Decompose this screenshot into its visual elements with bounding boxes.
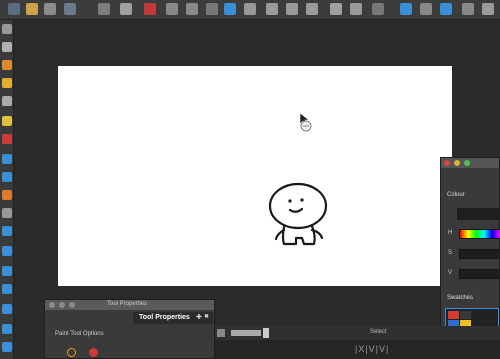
envelope-icon[interactable] <box>2 284 12 294</box>
text-icon[interactable] <box>2 96 12 106</box>
redo-icon[interactable] <box>186 3 198 15</box>
close-window-icon[interactable] <box>49 302 55 308</box>
pin-icon[interactable]: ✚ <box>196 313 202 321</box>
value-slider[interactable] <box>459 269 500 279</box>
cutter-icon[interactable] <box>2 226 12 236</box>
tab-label: Tool Properties <box>139 314 190 321</box>
morph-icon[interactable] <box>2 342 12 352</box>
status-bar: Select <box>215 326 500 340</box>
flip-icon[interactable] <box>420 3 432 15</box>
paste-icon[interactable] <box>120 3 132 15</box>
window-title: Tool Properties <box>107 301 148 307</box>
paint-tool-options-label: Paint Tool Options <box>55 331 104 337</box>
color-option-icon[interactable] <box>89 348 98 357</box>
new-file-icon[interactable] <box>8 3 20 15</box>
tool-properties-panel: Tool Properties Tool Properties ✚ ✖ Pain… <box>44 299 215 359</box>
copy-icon[interactable] <box>98 3 110 15</box>
hue-slider[interactable] <box>459 229 500 239</box>
character-doodle <box>268 182 328 246</box>
saturation-slider[interactable] <box>459 249 500 259</box>
line-icon[interactable] <box>2 190 12 200</box>
pencil-icon[interactable] <box>2 78 12 88</box>
select-tool-icon[interactable] <box>224 3 236 15</box>
crop-icon[interactable] <box>206 3 218 15</box>
close-window-icon[interactable] <box>444 160 450 166</box>
onion-skin-icon[interactable] <box>266 3 278 15</box>
maximize-window-icon[interactable] <box>464 160 470 166</box>
open-folder-icon[interactable] <box>26 3 38 15</box>
zoom-icon[interactable] <box>372 3 384 15</box>
light-table-icon[interactable] <box>330 3 342 15</box>
brush-option-icon[interactable] <box>67 348 76 357</box>
saturation-label: S <box>448 250 453 256</box>
timeline-tools[interactable]: |X|V|V| <box>355 344 389 354</box>
reset-view-icon[interactable] <box>462 3 474 15</box>
value-label: V <box>448 270 453 276</box>
tool-properties-titlebar[interactable]: Tool Properties <box>45 300 214 310</box>
rotate-icon[interactable] <box>440 3 452 15</box>
transform-tool-icon[interactable] <box>2 304 12 314</box>
bottom-strip: |X|V|V| <box>215 340 500 359</box>
hue-label: H <box>448 230 453 236</box>
swatches-section-label: Swatches <box>447 295 474 301</box>
close-tab-icon[interactable]: ✖ <box>204 313 209 320</box>
more-tools-icon[interactable] <box>482 3 494 15</box>
tool-properties-tab[interactable]: Tool Properties ✚ ✖ <box>133 312 213 324</box>
frame-icon[interactable] <box>217 329 225 337</box>
minimize-window-icon[interactable] <box>454 160 460 166</box>
perspective-icon[interactable] <box>2 266 12 276</box>
brush-icon[interactable] <box>2 60 12 70</box>
paint-bucket-icon[interactable] <box>2 134 12 144</box>
colour-section-label: Colour <box>447 192 465 198</box>
zoom-slider[interactable] <box>231 330 261 336</box>
canvas-drawing <box>268 112 328 246</box>
ellipse-icon[interactable] <box>2 172 12 182</box>
swatch-dark[interactable] <box>460 311 471 319</box>
grid-icon[interactable] <box>244 3 256 15</box>
transform-icon[interactable] <box>400 3 412 15</box>
contour-editor-icon[interactable] <box>2 42 12 52</box>
maximize-window-icon[interactable] <box>69 302 75 308</box>
select-arrow-icon[interactable] <box>2 24 12 34</box>
colour-preview <box>457 208 499 220</box>
select-label: Select <box>370 329 387 335</box>
delete-icon[interactable] <box>144 3 156 15</box>
colour-panel-titlebar[interactable] <box>441 158 499 168</box>
swatch-red[interactable] <box>448 311 459 319</box>
undo-icon[interactable] <box>166 3 178 15</box>
top-toolbar <box>0 0 500 20</box>
spline-icon[interactable] <box>2 324 12 334</box>
zoom-handle[interactable] <box>263 328 269 338</box>
rulers-icon[interactable] <box>306 3 318 15</box>
save-as-icon[interactable] <box>64 3 76 15</box>
colour-panel: Colour H S V Swatches <box>440 157 500 340</box>
stroke-icon[interactable] <box>2 246 12 256</box>
dropper-icon[interactable] <box>2 208 12 218</box>
field-guide-icon[interactable] <box>350 3 362 15</box>
drawing-canvas[interactable] <box>58 66 452 286</box>
rectangle-icon[interactable] <box>2 154 12 164</box>
guides-icon[interactable] <box>286 3 298 15</box>
eraser-icon[interactable] <box>2 116 12 126</box>
left-toolbar <box>0 20 14 359</box>
cursor-icon <box>299 112 312 132</box>
minimize-window-icon[interactable] <box>59 302 65 308</box>
save-icon[interactable] <box>44 3 56 15</box>
